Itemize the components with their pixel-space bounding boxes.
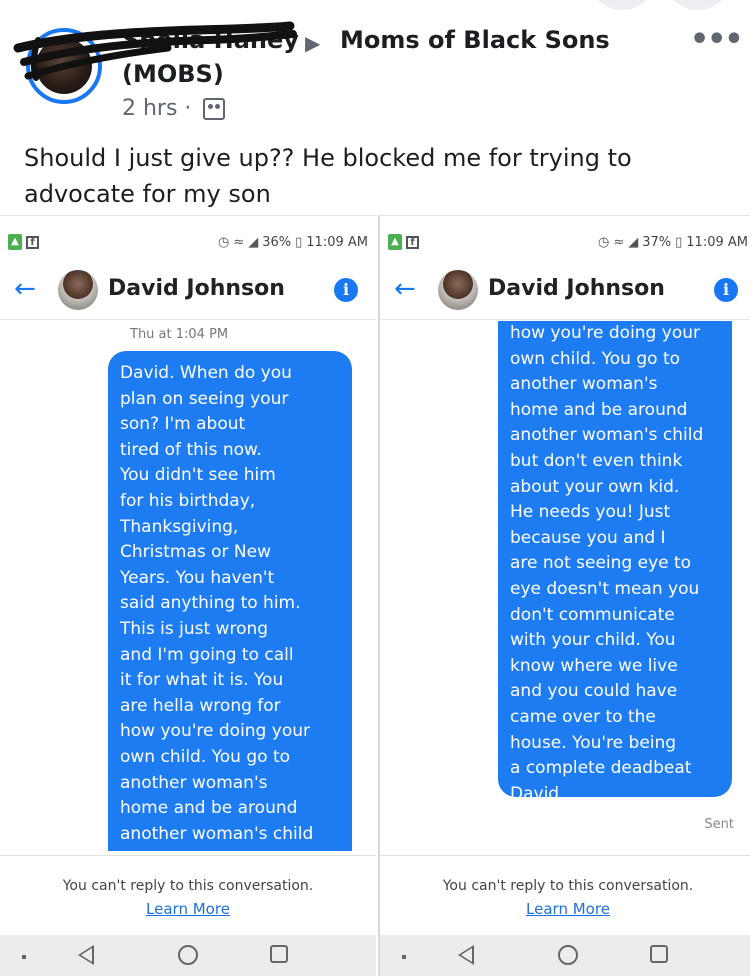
message-bubble[interactable]: David. When do you plan on seeing your s…	[108, 351, 352, 851]
conversation-header: ← David Johnson i	[0, 264, 376, 320]
clock: 11:09 AM	[306, 235, 368, 250]
notification-icon: ▲	[8, 234, 22, 250]
status-bar: ▲ f ◷ ≈ ◢ 36% ▯ 11:09 AM	[0, 234, 376, 258]
notification-icon: ▲	[388, 234, 402, 250]
contact-name[interactable]: David Johnson	[488, 276, 665, 301]
signal-icon: ◢	[628, 235, 639, 250]
post-time[interactable]: 2 hrs ·	[122, 96, 191, 121]
nav-recents-icon[interactable]	[650, 945, 668, 963]
alarm-icon: ◷	[217, 235, 230, 250]
nav-indicator-icon	[22, 955, 26, 959]
status-bar: ▲ f ◷ ≈ ◢ 37% ▯ 11:09 AM	[380, 234, 750, 258]
reply-notice: You can't reply to this conversation.	[62, 878, 314, 894]
message-timestamp: Thu at 1:04 PM	[130, 327, 229, 342]
more-dots-icon[interactable]: •••	[690, 22, 744, 57]
battery-percent: 36%	[262, 235, 292, 250]
clock: 11:09 AM	[686, 235, 748, 250]
facebook-icon: f	[406, 235, 419, 249]
message-thread[interactable]: Thu at 1:04 PM David. When do you plan o…	[0, 321, 376, 851]
screenshot-panel-right: ▲ f ◷ ≈ ◢ 37% ▯ 11:09 AM ← David Johnson…	[378, 215, 750, 976]
group-audience-icon	[203, 98, 225, 120]
android-nav-bar	[380, 935, 750, 976]
post-header: Sheila Haney ▶ Moms of Black Sons (MOBS)…	[0, 0, 750, 215]
group-name[interactable]: Moms of Black Sons	[340, 26, 610, 54]
sent-status: Sent	[704, 817, 734, 832]
learn-more-link[interactable]: Learn More	[0, 900, 376, 918]
message-thread[interactable]: how you're doing your own child. You go …	[380, 321, 750, 851]
learn-more-link[interactable]: Learn More	[380, 900, 750, 918]
post-text: Should I just give up?? He blocked me fo…	[24, 144, 632, 208]
arrow-right-icon: ▶	[305, 31, 321, 55]
android-nav-bar	[0, 935, 376, 976]
alarm-icon: ◷	[597, 235, 610, 250]
nav-indicator-icon	[402, 955, 406, 959]
contact-avatar[interactable]	[58, 270, 98, 310]
wifi-icon: ≈	[233, 235, 245, 250]
reply-area: You can't reply to this conversation. Le…	[380, 855, 750, 935]
group-abbrev[interactable]: (MOBS)	[122, 60, 224, 88]
signal-icon: ◢	[248, 235, 259, 250]
facebook-icon: f	[26, 235, 39, 249]
info-icon[interactable]: i	[714, 278, 738, 302]
back-arrow-icon[interactable]: ←	[14, 274, 36, 304]
reply-notice: You can't reply to this conversation.	[442, 878, 694, 894]
wifi-icon: ≈	[613, 235, 625, 250]
nav-home-icon[interactable]	[178, 945, 198, 965]
nav-back-icon[interactable]	[458, 945, 474, 965]
battery-icon: ▯	[675, 235, 683, 250]
info-icon[interactable]: i	[334, 278, 358, 302]
contact-avatar[interactable]	[438, 270, 478, 310]
reply-area: You can't reply to this conversation. Le…	[0, 855, 376, 935]
nav-back-icon[interactable]	[78, 945, 94, 965]
conversation-header: ← David Johnson i	[380, 264, 750, 320]
battery-percent: 37%	[642, 235, 672, 250]
nav-home-icon[interactable]	[558, 945, 578, 965]
back-arrow-icon[interactable]: ←	[394, 274, 416, 304]
contact-name[interactable]: David Johnson	[108, 276, 285, 301]
nav-recents-icon[interactable]	[270, 945, 288, 963]
battery-icon: ▯	[295, 235, 303, 250]
message-bubble[interactable]: how you're doing your own child. You go …	[498, 321, 732, 804]
screenshot-panel-left: ▲ f ◷ ≈ ◢ 36% ▯ 11:09 AM ← David Johnson…	[0, 215, 376, 976]
